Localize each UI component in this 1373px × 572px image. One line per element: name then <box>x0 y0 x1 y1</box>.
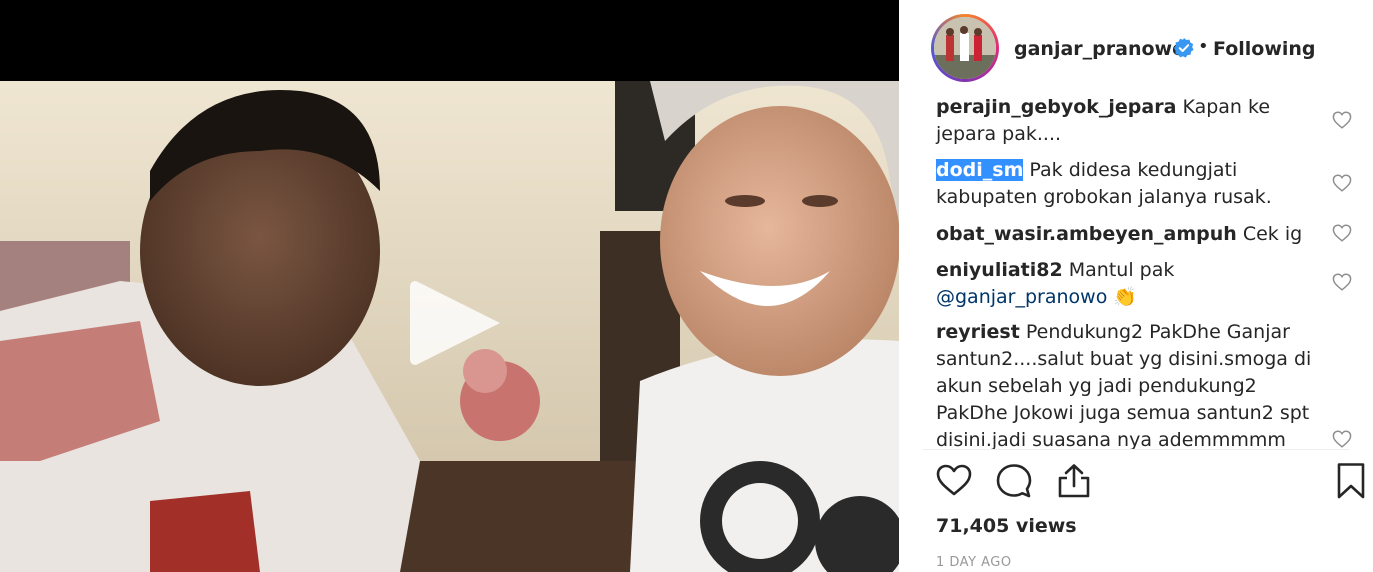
comment-like-heart-icon[interactable] <box>1332 224 1352 242</box>
following-button[interactable]: Following <box>1213 38 1316 60</box>
comment-username[interactable]: eniyuliati82 <box>936 259 1063 281</box>
comment-item: reyriest Pendukung2 PakDhe Ganjar santun… <box>936 319 1316 449</box>
comment-username[interactable]: perajin_gebyok_jepara <box>936 96 1176 118</box>
comment-icon[interactable] <box>994 461 1034 501</box>
avatar[interactable] <box>934 17 996 79</box>
follow-separator: • <box>1198 36 1209 57</box>
share-icon[interactable] <box>1054 461 1094 501</box>
avatar-image <box>934 17 996 79</box>
comment-like-heart-icon[interactable] <box>1332 111 1352 129</box>
comment-like-heart-icon[interactable] <box>1332 273 1352 291</box>
comment-item: eniyuliati82 Mantul pak @ganjar_pranowo 👏 <box>936 257 1316 311</box>
view-count[interactable]: 71,405 views <box>936 515 1077 537</box>
post-header: ganjar_pranowo • Following <box>899 0 1373 96</box>
divider <box>923 449 1349 450</box>
comment-text: Cek ig <box>1236 223 1303 245</box>
play-icon <box>410 281 500 365</box>
post-author-username[interactable]: ganjar_pranowo <box>1014 38 1185 60</box>
post-side-panel: ganjar_pranowo • Following perajin_gebyo… <box>899 0 1373 572</box>
comment-username[interactable]: reyriest <box>936 321 1020 343</box>
comment-like-heart-icon[interactable] <box>1332 430 1352 448</box>
comment-like-heart-icon[interactable] <box>1332 174 1352 192</box>
play-button[interactable] <box>408 275 504 371</box>
heart-icon[interactable] <box>934 461 974 501</box>
clapping-hands-emoji: 👏 <box>1113 286 1138 308</box>
comment-text: Mantul pak <box>1062 259 1175 281</box>
comment-mention-link[interactable]: @ganjar_pranowo <box>936 286 1107 308</box>
post-timestamp[interactable]: 1 DAY AGO <box>936 555 1012 570</box>
comments-list[interactable]: perajin_gebyok_jepara Kapan ke jepara pa… <box>899 96 1373 449</box>
comment-item: obat_wasir.ambeyen_ampuh Cek ig <box>936 221 1316 248</box>
video-player[interactable] <box>0 0 899 572</box>
verified-badge-icon <box>1174 38 1194 58</box>
bookmark-icon[interactable] <box>1331 461 1371 501</box>
comment-username[interactable]: dodi_sm <box>936 159 1024 181</box>
comment-item: dodi_sm Pak didesa kedungjati kabupaten … <box>936 157 1316 211</box>
avatar-story-ring[interactable] <box>931 14 999 82</box>
comment-item: perajin_gebyok_jepara Kapan ke jepara pa… <box>936 96 1316 148</box>
comment-username[interactable]: obat_wasir.ambeyen_ampuh <box>936 223 1237 245</box>
